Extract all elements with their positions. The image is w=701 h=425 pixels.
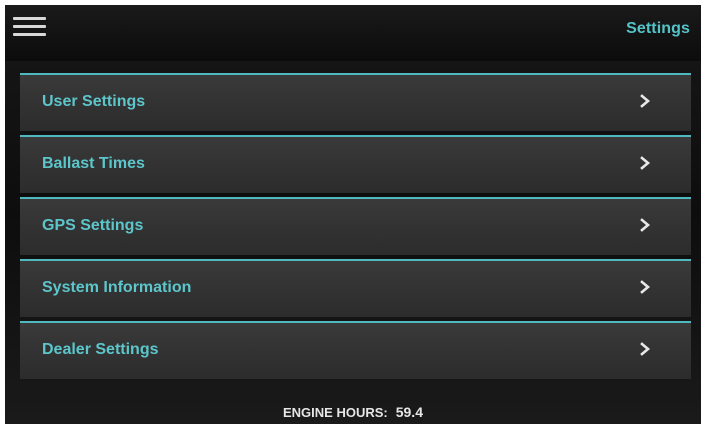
engine-hours-label: ENGINE HOURS: bbox=[283, 405, 388, 420]
hamburger-line bbox=[13, 25, 46, 28]
engine-hours-status: ENGINE HOURS: 59.4 bbox=[5, 400, 701, 424]
menu-item-label: GPS Settings bbox=[42, 217, 144, 234]
page-title: Settings bbox=[626, 20, 690, 37]
chevron-right-icon bbox=[640, 342, 651, 356]
menu-item-user-settings[interactable]: User Settings bbox=[20, 73, 691, 131]
chevron-right-icon bbox=[640, 156, 651, 170]
hamburger-menu-icon[interactable] bbox=[13, 15, 46, 39]
settings-menu: User Settings Ballast Times GPS Settings… bbox=[20, 73, 691, 383]
menu-item-label: System Information bbox=[42, 279, 192, 296]
chevron-right-icon bbox=[640, 218, 651, 232]
menu-item-label: User Settings bbox=[42, 93, 146, 110]
menu-item-ballast-times[interactable]: Ballast Times bbox=[20, 135, 691, 193]
menu-item-system-information[interactable]: System Information bbox=[20, 259, 691, 317]
chevron-right-icon bbox=[640, 94, 651, 108]
header-bar: Settings bbox=[5, 5, 701, 61]
settings-screen: Settings User Settings Ballast Times GPS… bbox=[5, 5, 701, 424]
menu-item-label: Dealer Settings bbox=[42, 341, 159, 358]
menu-item-gps-settings[interactable]: GPS Settings bbox=[20, 197, 691, 255]
menu-item-dealer-settings[interactable]: Dealer Settings bbox=[20, 321, 691, 379]
hamburger-line bbox=[13, 17, 46, 20]
chevron-right-icon bbox=[640, 280, 651, 294]
hamburger-line bbox=[13, 33, 46, 36]
engine-hours-value: 59.4 bbox=[395, 404, 423, 420]
menu-item-label: Ballast Times bbox=[42, 155, 145, 172]
